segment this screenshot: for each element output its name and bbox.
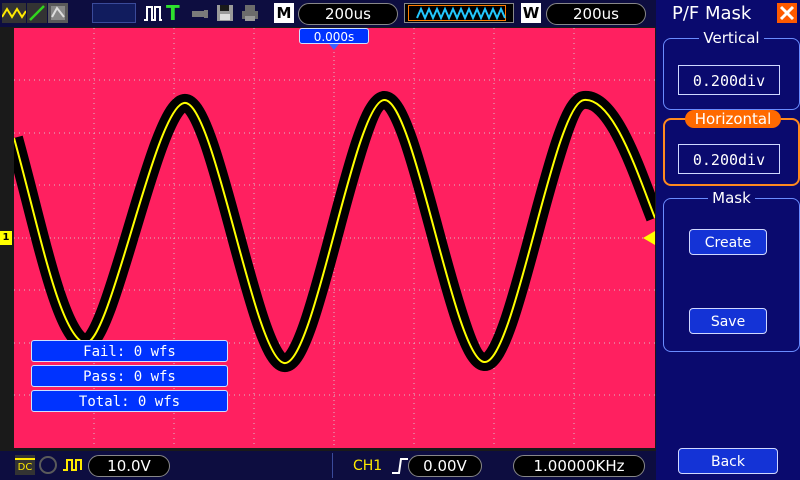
trigger-source-label: CH1 — [353, 458, 383, 474]
trigger-level-readout: 0.00V — [408, 455, 482, 477]
trigger-t-icon: T — [166, 1, 180, 25]
ch1-ground-marker: 1 — [0, 231, 12, 245]
create-button[interactable]: Create — [689, 229, 767, 255]
waveform-icon — [1, 3, 27, 23]
rising-edge-icon — [390, 456, 410, 476]
save-button[interactable]: Save — [689, 308, 767, 334]
invert-icon — [62, 456, 84, 474]
horizontal-label: Horizontal — [685, 110, 781, 128]
waveform-display: Fail: 0 wfs Pass: 0 wfs Total: 0 wfs — [14, 28, 655, 448]
mask-label: Mask — [708, 189, 755, 207]
horizontal-value[interactable]: 0.200div — [678, 144, 780, 174]
back-button[interactable]: Back — [678, 448, 778, 474]
dc-coupling-icon: DC — [15, 455, 35, 475]
total-count: Total: 0 wfs — [31, 390, 228, 412]
mode-m-badge: M — [274, 3, 294, 23]
pass-count: Pass: 0 wfs — [31, 365, 228, 387]
usb-icon — [190, 4, 210, 22]
print-icon — [240, 3, 260, 23]
window-timebase-readout: 200us — [546, 3, 646, 25]
window-w-badge: W — [521, 3, 541, 23]
close-icon[interactable] — [777, 3, 797, 23]
save-icon — [215, 3, 235, 23]
fail-count: Fail: 0 wfs — [31, 340, 228, 362]
coupling-label: DC — [17, 462, 33, 473]
trigger-level-marker — [643, 231, 655, 245]
pulse-icon — [143, 4, 163, 22]
ch1-scale-readout: 10.0V — [88, 455, 170, 477]
waveform-overview — [404, 3, 514, 23]
timebase-readout: 200us — [298, 3, 398, 25]
top-status-bar: T M 200us W 200us — [0, 0, 656, 27]
line-icon — [27, 3, 47, 23]
panel-title: P/F Mask — [672, 3, 752, 24]
horizontal-group[interactable]: Horizontal 0.200div — [663, 110, 800, 186]
vertical-label: Vertical — [699, 29, 764, 47]
trigger-position-marker: 0.000s — [299, 28, 369, 44]
bandwidth-icon — [39, 456, 57, 474]
vertical-group[interactable]: Vertical 0.200div — [663, 29, 800, 110]
frequency-readout: 1.00000KHz — [513, 455, 645, 477]
bottom-status-bar: DC 10.0V CH1 0.00V 1.00000KHz — [0, 451, 656, 480]
trigger-position-arrow — [329, 44, 339, 50]
status-empty-box — [92, 3, 136, 23]
persist-icon — [48, 3, 68, 23]
vertical-value[interactable]: 0.200div — [678, 65, 780, 95]
bottom-separator — [332, 453, 333, 478]
